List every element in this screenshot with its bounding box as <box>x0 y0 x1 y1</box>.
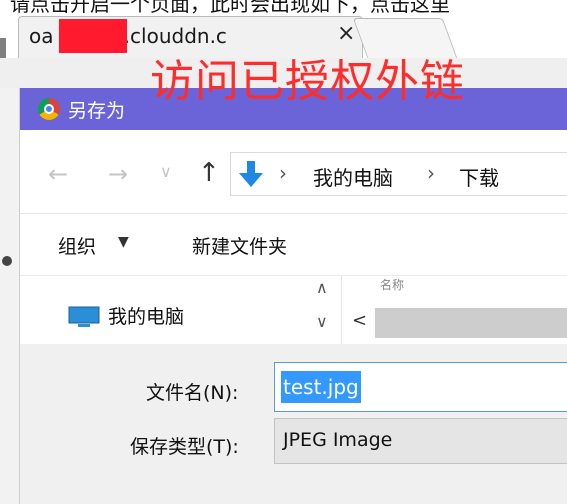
breadcrumb-separator: › <box>427 161 435 185</box>
download-arrow-icon <box>239 161 263 187</box>
file-list-header-name[interactable]: 名称 <box>380 276 404 293</box>
browser-page-edge <box>0 88 20 504</box>
chrome-logo-icon <box>38 98 60 120</box>
scroll-left-icon[interactable]: < <box>352 310 367 331</box>
nav-pane-item-label: 我的电脑 <box>108 306 185 328</box>
save-as-dialog: 另存为 ← → ∨ ↑ › 我的电脑 › 下载 组织 ▼ 新建文件夹 我的电脑 <box>20 88 567 504</box>
new-tab-button[interactable] <box>352 18 458 58</box>
breadcrumb-my-computer[interactable]: 我的电脑 <box>313 162 393 191</box>
new-folder-button[interactable]: 新建文件夹 <box>192 232 287 259</box>
dialog-nav-bar: ← → ∨ ↑ › 我的电脑 › 下载 <box>20 130 567 214</box>
filetype-select[interactable]: JPEG Image <box>274 418 567 464</box>
filetype-value: JPEG Image <box>283 429 393 451</box>
filename-label: 文件名(N): <box>146 382 239 404</box>
recent-locations-chevron-icon[interactable]: ∨ <box>160 162 172 181</box>
overlay-caption: 访问已授权外链 <box>150 56 465 107</box>
organize-dropdown-icon[interactable]: ▼ <box>118 234 129 250</box>
filetype-label: 保存类型(T): <box>130 436 239 458</box>
page-edge-mark <box>2 256 12 266</box>
horizontal-scrollbar-thumb[interactable] <box>375 308 567 338</box>
top-cut-label: 请点击开启一个页面，此时会出现如下，点击这里 <box>10 0 450 14</box>
browser-tab-bar: oa uu.bkt.clouddn.c × <box>0 14 567 64</box>
scroll-down-icon[interactable]: ∨ <box>316 312 328 331</box>
scroll-up-icon[interactable]: ∧ <box>316 278 328 297</box>
up-arrow-icon[interactable]: ↑ <box>198 158 220 188</box>
dialog-command-bar: 组织 ▼ 新建文件夹 <box>20 214 567 276</box>
tab-title-redaction <box>59 19 127 53</box>
breadcrumb-separator: › <box>279 161 287 185</box>
nav-pane-scrollbar[interactable]: ∧ ∨ <box>308 276 342 344</box>
address-bar[interactable]: › 我的电脑 › 下载 <box>230 152 567 196</box>
organize-button[interactable]: 组织 <box>58 232 96 259</box>
tab-close-icon[interactable]: × <box>337 21 355 46</box>
filename-input[interactable]: test.jpg <box>274 362 567 412</box>
dialog-title: 另存为 <box>68 100 126 122</box>
dialog-save-form: 文件名(N): test.jpg 保存类型(T): JPEG Image <box>20 344 567 504</box>
dialog-content-area: 我的电脑 ∧ ∨ 名称 < <box>20 276 567 344</box>
top-cut-text: 请点击开启一个页面，此时会出现如下，点击这里 <box>0 0 567 14</box>
back-arrow-icon[interactable]: ← <box>48 160 68 188</box>
forward-arrow-icon[interactable]: → <box>108 160 128 188</box>
filename-value: test.jpg <box>281 371 361 403</box>
computer-icon <box>68 306 100 327</box>
breadcrumb-downloads[interactable]: 下载 <box>459 162 499 191</box>
browser-tab-active[interactable]: oa uu.bkt.clouddn.c × <box>18 16 363 58</box>
